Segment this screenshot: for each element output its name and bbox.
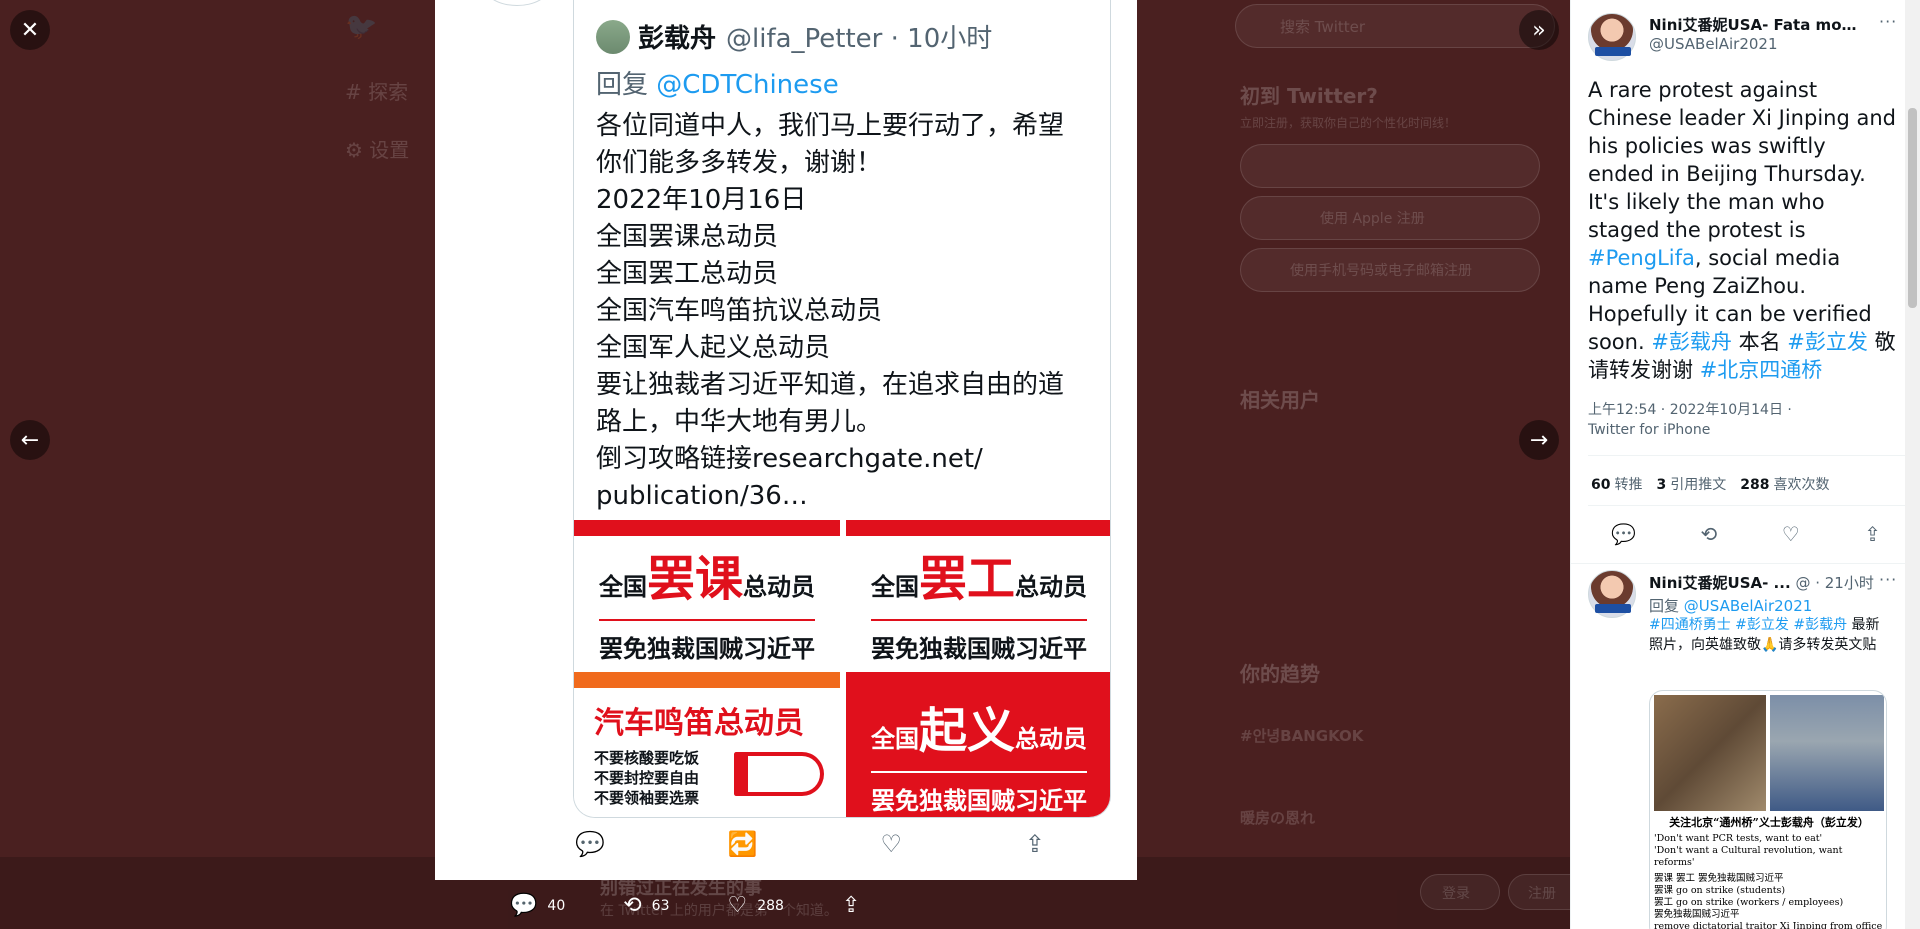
double-chevron-right-icon: » bbox=[1532, 17, 1546, 43]
quoted-reply-line: 回复 @CDTChinese bbox=[596, 70, 839, 100]
arrow-left-icon: ← bbox=[20, 427, 40, 453]
reply-tweet-image[interactable]: 关注北京“通州桥”义士彭载舟（彭立发） 'Don't want PCR test… bbox=[1649, 690, 1887, 929]
phone-signup-label: 使用手机号码或电子邮箱注册 bbox=[1290, 263, 1472, 279]
search-placeholder: 搜索 Twitter bbox=[1280, 18, 1366, 36]
next-image-button[interactable]: → bbox=[1519, 420, 1559, 460]
previous-image-button[interactable]: ← bbox=[10, 420, 50, 460]
retweet-icon: ⟲ bbox=[623, 893, 642, 918]
trend-item-1: #안녕BANGKOK bbox=[1240, 727, 1364, 745]
share-icon: ⇪ bbox=[841, 893, 861, 918]
google-signup-box bbox=[1240, 144, 1540, 188]
tweet-stats: 60 转推 3 引用推文 288 喜欢次数 bbox=[1591, 474, 1843, 494]
author-handle[interactable]: @USABelAir2021 bbox=[1649, 35, 1778, 53]
like-button[interactable]: ♡ 288 bbox=[728, 893, 784, 918]
quoted-tweet-text: 各位同道中人，我们马上要行动了，希望 你们能多多转发，谢谢！ 2022年10月1… bbox=[596, 111, 1065, 511]
divider bbox=[1588, 505, 1906, 506]
close-icon: ✕ bbox=[20, 17, 40, 43]
signup-subtitle: 立即注册，获取你自己的个性化时间线！ bbox=[1240, 116, 1457, 130]
quoted-author-name: 彭载舟 bbox=[638, 24, 717, 54]
quotes-stat[interactable]: 3 引用推文 bbox=[1656, 474, 1726, 494]
reply-icon[interactable]: 💬 bbox=[1611, 522, 1636, 546]
signup-title: 初到 Twitter? bbox=[1240, 84, 1378, 108]
retweet-button[interactable]: ⟲ 63 bbox=[623, 893, 669, 918]
register-label-dim: 注册 bbox=[1528, 886, 1556, 902]
tweet-timestamp[interactable]: 上午12:54 · 2022年10月14日 · bbox=[1588, 400, 1792, 420]
reply-icon: 💬 bbox=[510, 893, 538, 918]
reply-icon: 💬 bbox=[575, 830, 605, 858]
reply-mention-link[interactable]: @USABelAir2021 bbox=[1684, 597, 1813, 615]
tweet-detail-panel: Nini艾番妮USA- Fata morg... @USABelAir2021 … bbox=[1570, 0, 1920, 929]
poster-uprising: 全国起义总动员 罢免独裁国贼习近平 bbox=[846, 672, 1110, 817]
author-avatar[interactable] bbox=[1588, 13, 1636, 61]
divider bbox=[1588, 455, 1906, 456]
photo-man-sitting bbox=[1654, 695, 1766, 811]
reply-to-line: 回复 @USABelAir2021 bbox=[1649, 597, 1813, 615]
heart-icon: ♡ bbox=[880, 830, 903, 858]
hashtag-link[interactable]: #北京四通桥 bbox=[1700, 358, 1823, 382]
author-name[interactable]: Nini艾番妮USA- Fata morg... bbox=[1649, 14, 1859, 35]
trend-item-2: 暖房の恩れ bbox=[1240, 809, 1316, 827]
hashtag-link[interactable]: #彭立发 bbox=[1787, 330, 1868, 354]
photo-bridge-protest bbox=[1770, 695, 1884, 811]
scrollbar[interactable] bbox=[1905, 0, 1920, 929]
tweet-source[interactable]: Twitter for iPhone bbox=[1588, 420, 1792, 440]
heart-icon: ♡ bbox=[727, 893, 748, 918]
nav-settings: ⚙ 设置 bbox=[345, 138, 410, 162]
expand-panel-button[interactable]: » bbox=[1519, 10, 1559, 50]
nav-explore: # 探索 bbox=[345, 80, 409, 104]
poster-car-horn: 汽车鸣笛总动员 不要核酸要吃饭 不要封控要自由 不要领袖要选票 bbox=[574, 672, 840, 817]
reply-count: 40 bbox=[547, 897, 566, 914]
retweet-icon: 🔁 bbox=[727, 830, 758, 858]
retweets-stat[interactable]: 60 转推 bbox=[1591, 474, 1642, 494]
media-image: 彭载舟 @lifa_Petter · 10小时 回复 @CDTChinese 各… bbox=[435, 0, 1137, 880]
reply-tweet-text: #四通桥勇士 #彭立发 #彭载舟 最新照片，向英雄致敬🙏请多转发英文贴 bbox=[1649, 617, 1880, 653]
scrollbar-thumb[interactable] bbox=[1908, 108, 1917, 308]
more-options-icon[interactable]: ··· bbox=[1879, 12, 1897, 31]
retweet-icon[interactable]: ⟲ bbox=[1700, 522, 1717, 546]
like-count: 288 bbox=[757, 897, 784, 914]
arrow-right-icon: → bbox=[1529, 427, 1549, 453]
partial-avatar bbox=[485, 0, 549, 6]
tweet-text: A rare protest against Chinese leader Xi… bbox=[1588, 78, 1896, 382]
quoted-tweet-card: 彭载舟 @lifa_Petter · 10小时 回复 @CDTChinese 各… bbox=[573, 0, 1111, 818]
share-icon: ⇪ bbox=[1024, 830, 1045, 858]
poster-class-strike: 全国罢课总动员 罢免独裁国贼习近平 bbox=[574, 520, 840, 666]
related-users-title: 相关用户 bbox=[1240, 388, 1320, 412]
likes-stat[interactable]: 288 喜欢次数 bbox=[1740, 474, 1829, 494]
login-label-dim: 登录 bbox=[1442, 886, 1470, 902]
image-caption: 关注北京“通州桥”义士彭载舟（彭立发） 'Don't want PCR test… bbox=[1654, 816, 1883, 929]
share-icon[interactable]: ⇪ bbox=[1864, 522, 1881, 546]
quoted-author-handle: @lifa_Petter · 10小时 bbox=[726, 24, 993, 54]
overlay-action-bar: 💬 40 ⟲ 63 ♡ 288 ⇪ bbox=[510, 893, 928, 918]
reply-button[interactable]: 💬 40 bbox=[510, 893, 565, 918]
share-button[interactable]: ⇪ bbox=[842, 893, 870, 918]
apple-signup-label: 使用 Apple 注册 bbox=[1320, 211, 1425, 227]
poster-work-strike: 全国罢工总动员 罢免独裁国贼习近平 bbox=[846, 520, 1110, 666]
quoted-tweet-header: 彭载舟 @lifa_Petter · 10小时 bbox=[596, 18, 992, 55]
close-button[interactable]: ✕ bbox=[10, 10, 50, 50]
divider bbox=[1571, 563, 1906, 564]
tweet-actions: 💬 ⟲ ♡ ⇪ bbox=[1611, 522, 1881, 546]
reply-author-line: Nini艾番妮USA- ... @ · 21小时 bbox=[1649, 574, 1874, 592]
hashtag-link[interactable]: #PengLifa bbox=[1588, 246, 1695, 270]
heart-icon[interactable]: ♡ bbox=[1782, 522, 1800, 546]
horn-icon bbox=[734, 752, 824, 796]
hashtag-link[interactable]: #四通桥勇士 #彭立发 #彭载舟 bbox=[1649, 617, 1847, 633]
poster-grid: 全国罢课总动员 罢免独裁国贼习近平 全国罢工总动员 罢免独裁国贼习近平 汽车鸣笛… bbox=[574, 520, 1110, 817]
retweet-count: 63 bbox=[651, 897, 670, 914]
tweet-meta: 上午12:54 · 2022年10月14日 · Twitter for iPho… bbox=[1588, 400, 1792, 440]
trends-title: 你的趋势 bbox=[1240, 662, 1320, 686]
more-options-icon[interactable]: ··· bbox=[1879, 570, 1897, 589]
twitter-logo-icon: 🐦 bbox=[345, 12, 378, 42]
quoted-author-avatar bbox=[596, 19, 630, 54]
reply-mention-link: @CDTChinese bbox=[656, 70, 839, 100]
media-tweet-actions: 💬 🔁 ♡ ⇪ bbox=[575, 830, 1045, 858]
hashtag-link[interactable]: #彭载舟 bbox=[1651, 330, 1732, 354]
reply-author-avatar[interactable] bbox=[1588, 570, 1636, 618]
